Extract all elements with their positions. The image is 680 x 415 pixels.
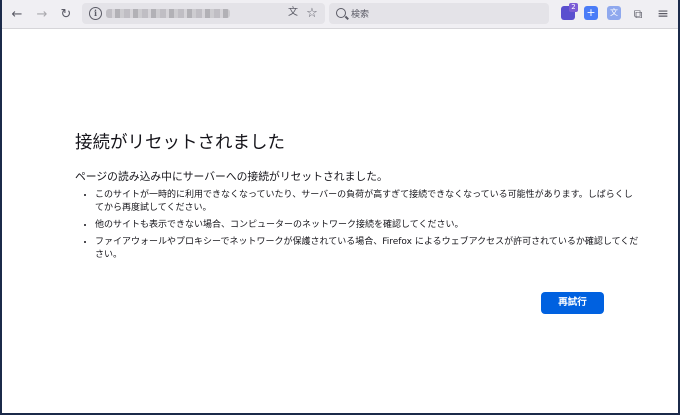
suggestion-item: このサイトが一時的に利用できなくなっていたり、サーバーの負荷が高すぎて接続できな… xyxy=(95,189,640,215)
menu-icon[interactable]: ≡ xyxy=(654,5,672,23)
error-page: 接続がリセットされました ページの読み込み中にサーバーへの接続がリセットされまし… xyxy=(2,29,678,413)
address-bar[interactable]: i 文 ☆ xyxy=(82,3,325,24)
page-title: 接続がリセットされました xyxy=(75,133,285,153)
retry-button[interactable]: 再試行 xyxy=(541,292,604,314)
translate-icon[interactable]: 文 xyxy=(285,4,301,22)
add-extension-icon[interactable]: + xyxy=(584,6,598,20)
translate-extension-icon[interactable]: 文 xyxy=(607,6,621,20)
suggestion-list: このサイトが一時的に利用できなくなっていたり、サーバーの負荷が高すぎて接続できな… xyxy=(75,189,640,266)
error-description: ページの読み込み中にサーバーへの接続がリセットされました。 xyxy=(75,170,388,183)
back-icon[interactable]: ← xyxy=(8,5,26,23)
extension-badge: 2 xyxy=(569,3,578,12)
browser-window: ← → ↻ i 文 ☆ 検索 2 + 文 ⧉ ≡ 接続がリセットされました ペー… xyxy=(2,0,678,413)
search-placeholder: 検索 xyxy=(351,10,370,20)
blurred-url xyxy=(106,9,230,18)
search-bar[interactable]: 検索 xyxy=(329,3,549,24)
extensions-puzzle-icon[interactable]: ⧉ xyxy=(629,5,647,23)
browser-toolbar: ← → ↻ i 文 ☆ 検索 2 + 文 ⧉ ≡ xyxy=(2,0,678,29)
forward-icon[interactable]: → xyxy=(33,5,51,23)
bookmark-star-icon[interactable]: ☆ xyxy=(304,4,320,22)
suggestion-item: 他のサイトも表示できない場合、コンピューターのネットワーク接続を確認してください… xyxy=(95,219,640,232)
extension-icon-purple[interactable]: 2 xyxy=(561,3,578,20)
window-frame: ← → ↻ i 文 ☆ 検索 2 + 文 ⧉ ≡ 接続がリセットされました ペー… xyxy=(0,0,680,415)
reload-icon[interactable]: ↻ xyxy=(57,5,75,23)
suggestion-item: ファイアウォールやプロキシーでネットワークが保護されている場合、Firefox … xyxy=(95,236,640,262)
info-icon[interactable]: i xyxy=(89,7,102,20)
search-icon xyxy=(336,8,346,18)
